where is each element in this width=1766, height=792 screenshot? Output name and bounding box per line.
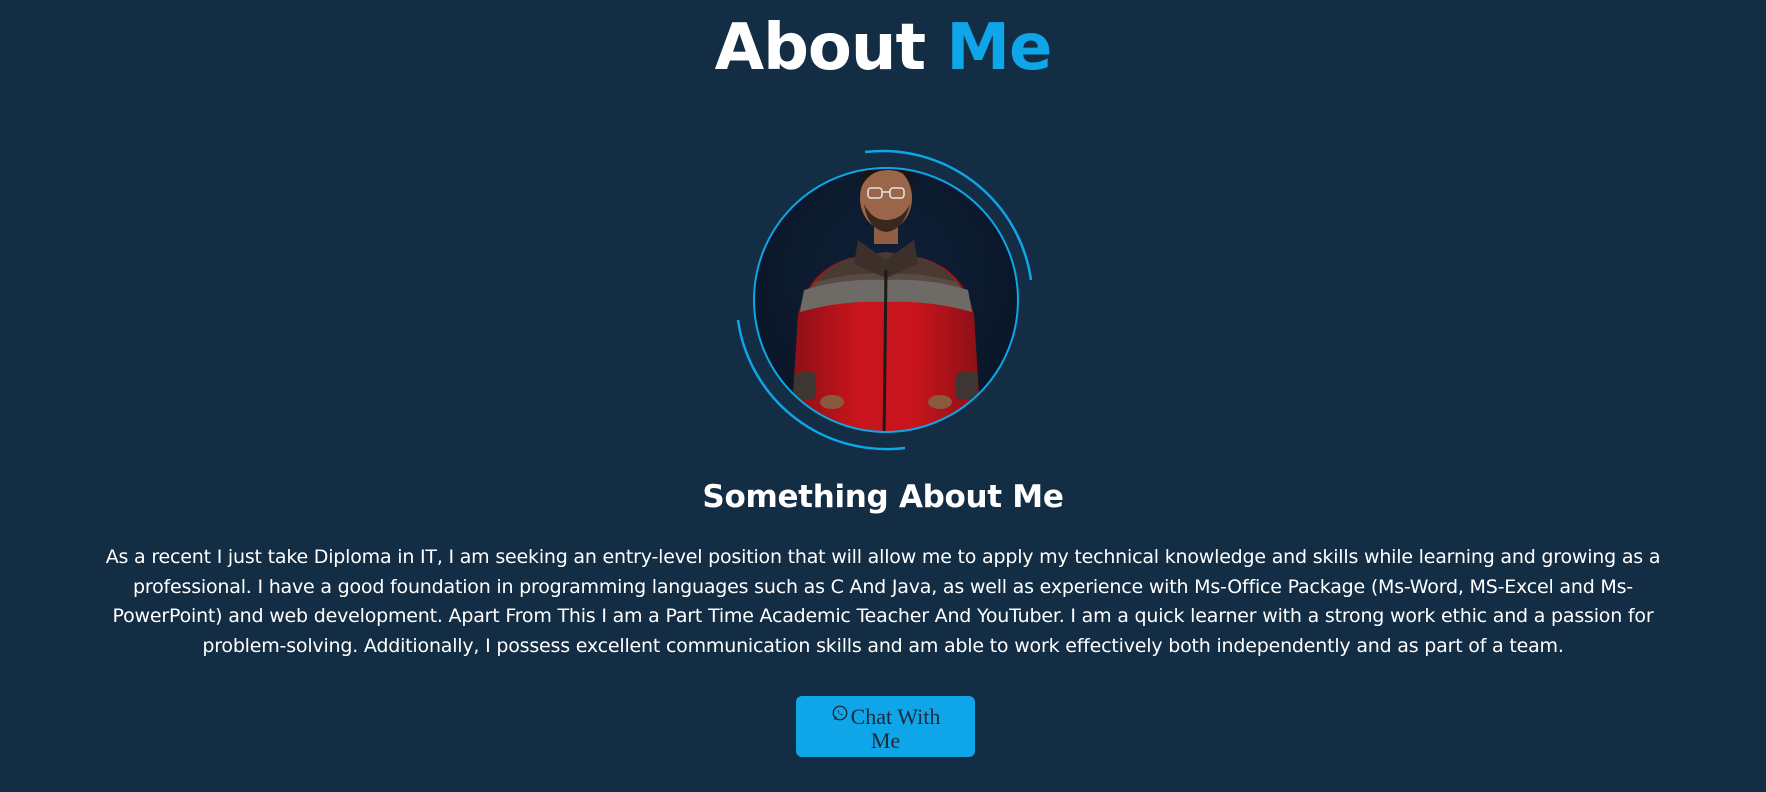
chat-with-me-button[interactable]: Chat With Me — [796, 696, 975, 757]
title-text: About — [714, 11, 947, 85]
chat-button-label: Chat With Me — [850, 704, 941, 753]
profile-photo-frame — [720, 140, 1040, 460]
about-paragraph: As a recent I just take Diploma in IT, I… — [105, 546, 1661, 657]
whatsapp-icon — [832, 705, 848, 721]
profile-photo-graphic — [736, 149, 1033, 451]
title-accent-text: Me — [946, 11, 1052, 85]
about-subheading: Something About Me — [702, 479, 1064, 515]
section-title: About Me — [0, 8, 1766, 88]
